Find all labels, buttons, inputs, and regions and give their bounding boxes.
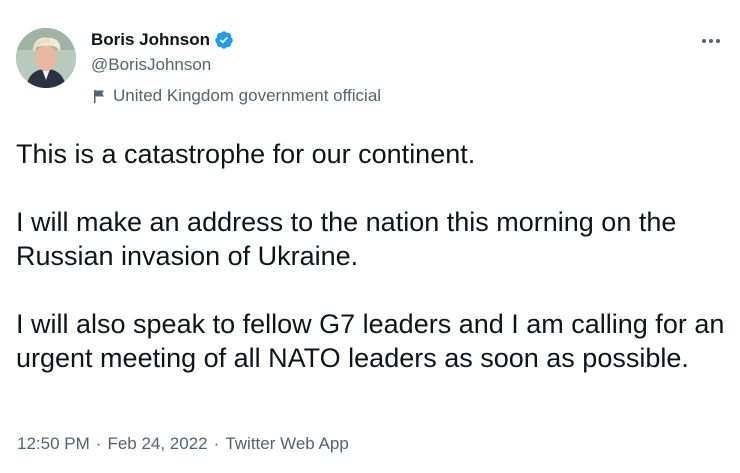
tweet-metadata: 12:50 PM · Feb 24, 2022 · Twitter Web Ap… bbox=[17, 434, 349, 454]
tweet-date[interactable]: Feb 24, 2022 bbox=[107, 434, 207, 454]
tweet: Boris Johnson @BorisJohnson United Kingd… bbox=[0, 0, 740, 473]
meta-separator: · bbox=[213, 434, 220, 453]
tweet-source[interactable]: Twitter Web App bbox=[225, 434, 348, 454]
avatar[interactable] bbox=[16, 28, 76, 88]
avatar-image bbox=[16, 28, 76, 88]
tweet-text: This is a catastrophe for our continent.… bbox=[16, 137, 728, 375]
author-name-row: Boris Johnson bbox=[91, 30, 234, 50]
more-options-button[interactable] bbox=[696, 26, 726, 56]
affiliation-text: United Kingdom government official bbox=[113, 86, 382, 105]
tweet-paragraph: This is a catastrophe for our continent. bbox=[16, 139, 476, 169]
tweet-paragraph: I will make an address to the nation thi… bbox=[16, 207, 677, 271]
tweet-time[interactable]: 12:50 PM bbox=[17, 434, 90, 454]
author-handle[interactable]: @BorisJohnson bbox=[91, 55, 211, 75]
meta-separator: · bbox=[95, 434, 102, 453]
flag-icon bbox=[91, 88, 107, 104]
more-horizontal-icon bbox=[702, 39, 720, 43]
author-display-name[interactable]: Boris Johnson bbox=[91, 30, 210, 50]
tweet-paragraph: I will also speak to fellow G7 leaders a… bbox=[16, 309, 725, 373]
verified-badge-icon bbox=[214, 30, 234, 50]
affiliation-label: United Kingdom government official bbox=[91, 86, 381, 106]
